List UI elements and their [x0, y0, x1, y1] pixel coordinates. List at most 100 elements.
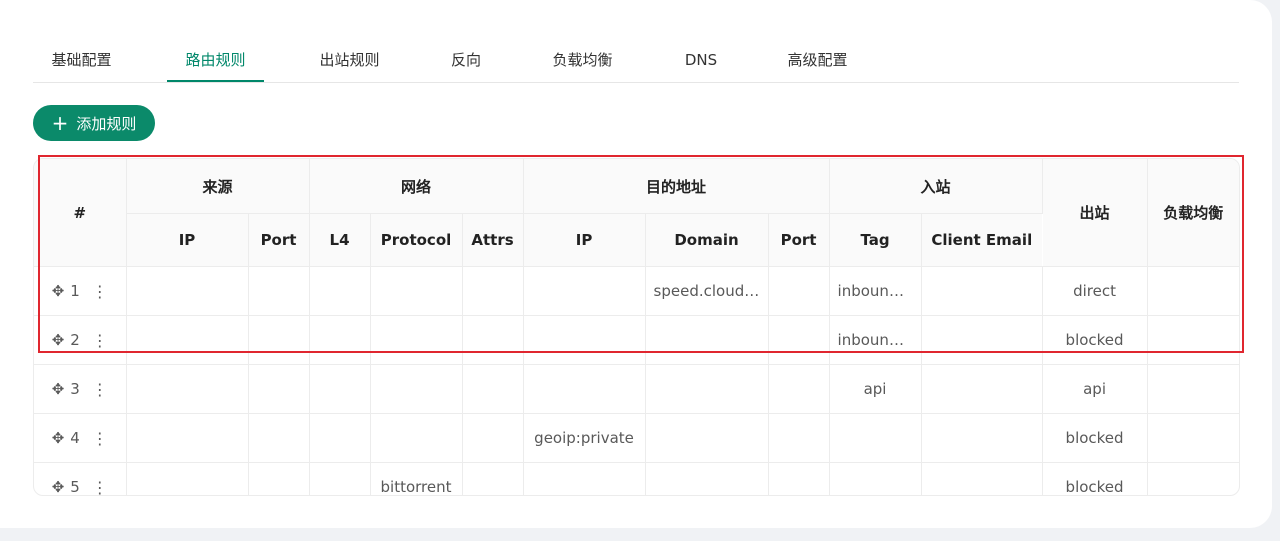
add-rule-button[interactable]: + 添加规则 — [33, 105, 155, 141]
header-l4: L4 — [309, 213, 371, 267]
drag-move-icon[interactable]: ✥ — [52, 380, 65, 398]
tab-bar: 基础配置 路由规则 出站规则 反向 负载均衡 DNS 高级配置 — [33, 38, 1239, 83]
header-dest-ip: IP — [523, 213, 646, 267]
cell-domain — [645, 315, 769, 365]
tab-reverse[interactable]: 反向 — [433, 38, 499, 82]
cell-protocol: bittorrent — [370, 462, 463, 495]
cell-balancer — [1147, 315, 1239, 365]
cell-client-email — [921, 315, 1043, 365]
cell-tag — [829, 462, 922, 495]
header-destination: 目的地址 — [523, 159, 830, 214]
drag-move-icon[interactable]: ✥ — [52, 429, 65, 447]
cell-dest-port — [768, 364, 830, 414]
cell-outbound: direct — [1042, 266, 1148, 316]
cell-client-email — [921, 266, 1043, 316]
cell-balancer — [1147, 463, 1239, 496]
cell-attrs — [462, 266, 524, 316]
header-client-email: Client Email — [921, 213, 1043, 267]
more-vertical-icon[interactable]: ⋮ — [92, 331, 108, 350]
table-row: ✥ 2 ⋮ inbound... blocked — [34, 315, 1239, 365]
cell-source-port — [248, 364, 310, 414]
plus-icon: + — [51, 111, 69, 135]
row-index: 4 — [70, 429, 80, 447]
rules-table: # 来源 网络 目的地址 入站 出站 负载均衡 IP Port L4 Proto… — [33, 158, 1240, 496]
cell-source-ip — [126, 413, 249, 463]
cell-balancer — [1147, 266, 1239, 316]
cell-attrs — [462, 413, 524, 463]
drag-move-icon[interactable]: ✥ — [52, 331, 65, 349]
header-protocol: Protocol — [370, 213, 463, 267]
cell-client-email — [921, 364, 1043, 414]
cell-dest-ip: geoip:private — [523, 413, 646, 463]
cell-outbound: blocked — [1042, 462, 1148, 495]
cell-client-email — [921, 413, 1043, 463]
cell-l4 — [309, 266, 371, 316]
cell-dest-ip — [523, 315, 646, 365]
cell-source-port — [248, 266, 310, 316]
row-controls: ✥ 5 ⋮ — [34, 462, 127, 496]
header-index: # — [34, 159, 127, 267]
cell-balancer — [1147, 413, 1239, 463]
cell-l4 — [309, 315, 371, 365]
cell-domain — [645, 462, 769, 495]
cell-domain — [645, 364, 769, 414]
cell-balancer — [1147, 364, 1239, 414]
table-row: ✥ 1 ⋮ speed.cloudfl... inbound... direct — [34, 266, 1239, 316]
tab-dns[interactable]: DNS — [669, 38, 733, 82]
header-source-ip: IP — [126, 213, 249, 267]
header-source: 来源 — [126, 159, 310, 214]
cell-dest-ip — [523, 266, 646, 316]
cell-attrs — [462, 462, 524, 495]
more-vertical-icon[interactable]: ⋮ — [92, 282, 108, 301]
cell-source-ip — [126, 462, 249, 495]
cell-tag: api — [829, 364, 922, 414]
cell-source-port — [248, 413, 310, 463]
cell-dest-port — [768, 315, 830, 365]
header-network: 网络 — [309, 159, 524, 214]
header-balancer: 负载均衡 — [1147, 159, 1239, 267]
row-index: 1 — [70, 282, 80, 300]
cell-tag: inbound... — [829, 315, 922, 365]
row-controls: ✥ 1 ⋮ — [34, 266, 127, 316]
cell-domain — [645, 413, 769, 463]
header-outbound: 出站 — [1042, 159, 1148, 267]
cell-outbound: blocked — [1042, 315, 1148, 365]
header-inbound: 入站 — [829, 159, 1043, 214]
cell-source-ip — [126, 266, 249, 316]
row-controls: ✥ 4 ⋮ — [34, 413, 127, 463]
active-tab-indicator — [167, 80, 264, 82]
more-vertical-icon[interactable]: ⋮ — [92, 380, 108, 399]
cell-outbound: api — [1042, 364, 1148, 414]
add-rule-label: 添加规则 — [76, 114, 137, 133]
row-index: 2 — [70, 331, 80, 349]
cell-protocol — [370, 266, 463, 316]
cell-attrs — [462, 315, 524, 365]
cell-domain: speed.cloudfl... — [645, 266, 769, 316]
header-dest-port: Port — [768, 213, 830, 267]
tab-basic-config[interactable]: 基础配置 — [33, 38, 130, 82]
header-source-port: Port — [248, 213, 310, 267]
table-row: ✥ 5 ⋮ bittorrent blocked — [34, 462, 1239, 496]
cell-dest-port — [768, 462, 830, 495]
table-row: ✥ 4 ⋮ geoip:private blocked — [34, 413, 1239, 463]
tab-advanced-config[interactable]: 高级配置 — [769, 38, 866, 82]
cell-protocol — [370, 364, 463, 414]
cell-dest-ip — [523, 364, 646, 414]
row-controls: ✥ 2 ⋮ — [34, 315, 127, 365]
tab-outbound-rules[interactable]: 出站规则 — [301, 38, 398, 82]
drag-move-icon[interactable]: ✥ — [52, 282, 65, 300]
more-vertical-icon[interactable]: ⋮ — [92, 478, 108, 496]
cell-dest-ip — [523, 462, 646, 495]
cell-protocol — [370, 413, 463, 463]
cell-source-ip — [126, 364, 249, 414]
drag-move-icon[interactable]: ✥ — [52, 478, 65, 495]
cell-dest-port — [768, 413, 830, 463]
tab-load-balance[interactable]: 负载均衡 — [534, 38, 631, 82]
more-vertical-icon[interactable]: ⋮ — [92, 429, 108, 448]
cell-client-email — [921, 462, 1043, 495]
tab-routing-rules[interactable]: 路由规则 — [167, 38, 264, 82]
cell-l4 — [309, 413, 371, 463]
table-row: ✥ 3 ⋮ api api — [34, 364, 1239, 414]
header-attrs: Attrs — [462, 213, 524, 267]
cell-source-ip — [126, 315, 249, 365]
